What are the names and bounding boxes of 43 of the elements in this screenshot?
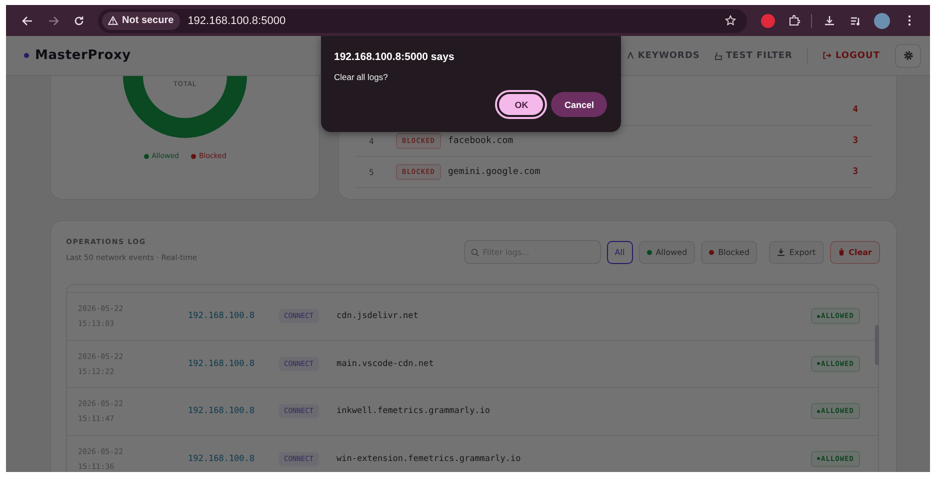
rank-number: 4 (369, 136, 375, 146)
search-icon (470, 248, 479, 256)
nav-link[interactable]: LOGOUT (823, 50, 880, 60)
domain-text: cdn.jsdelivr.net (336, 311, 420, 322)
filter-button[interactable]: All (606, 240, 633, 264)
settings-button[interactable] (895, 44, 921, 68)
domain-text: main.vscode-cdn.net (336, 358, 435, 369)
logo: MasterProxy (35, 48, 131, 63)
status-dot-icon (709, 250, 714, 254)
export-button[interactable]: Export (769, 240, 824, 264)
download-icon (777, 248, 786, 256)
cancel-button[interactable]: Cancel (551, 92, 607, 117)
hit-count: 3 (852, 136, 858, 146)
dialog-message: Clear all logs? (334, 72, 389, 82)
domain-text: win-extension.femetrics.grammarly.io (336, 454, 522, 464)
domain-text: inkwell.femetrics.grammarly.io (336, 406, 492, 416)
ok-button[interactable]: OK (497, 92, 546, 117)
dialog-title: 192.168.100.8:5000 says (334, 51, 456, 63)
clear-button[interactable]: Clear (830, 240, 880, 264)
logout-icon (823, 52, 832, 59)
hit-count: 3 (852, 167, 858, 177)
ip-address: 192.168.100.8 (188, 454, 256, 464)
ip-address: 192.168.100.8 (188, 406, 256, 416)
logo-dot-icon (24, 53, 29, 58)
nav-link[interactable]: KEYWORDS (626, 50, 700, 60)
ip-address: 192.168.100.8 (188, 311, 256, 322)
warning-icon (108, 16, 118, 25)
domain-text: facebook.com (448, 136, 514, 146)
filter-button[interactable]: Blocked (701, 240, 758, 264)
status-dot-icon (646, 250, 652, 254)
rank-number: 5 (369, 168, 375, 176)
url-text: 192.168.100.8:5000 (188, 14, 287, 26)
adblock-icon[interactable] (761, 14, 775, 28)
profile-avatar[interactable] (874, 12, 890, 28)
trash-icon (838, 248, 845, 256)
ip-address: 192.168.100.8 (188, 358, 256, 369)
security-chip[interactable]: Not secure (102, 12, 180, 30)
hit-count: 4 (852, 105, 858, 115)
address-bar[interactable]: Not secure 192.168.100.8:5000 (98, 8, 747, 32)
nav-link[interactable]: TEST FILTER (714, 50, 792, 60)
domain-text: gemini.google.com (448, 167, 542, 177)
filter-button[interactable]: Allowed (638, 240, 696, 264)
settings-icon (902, 50, 914, 61)
